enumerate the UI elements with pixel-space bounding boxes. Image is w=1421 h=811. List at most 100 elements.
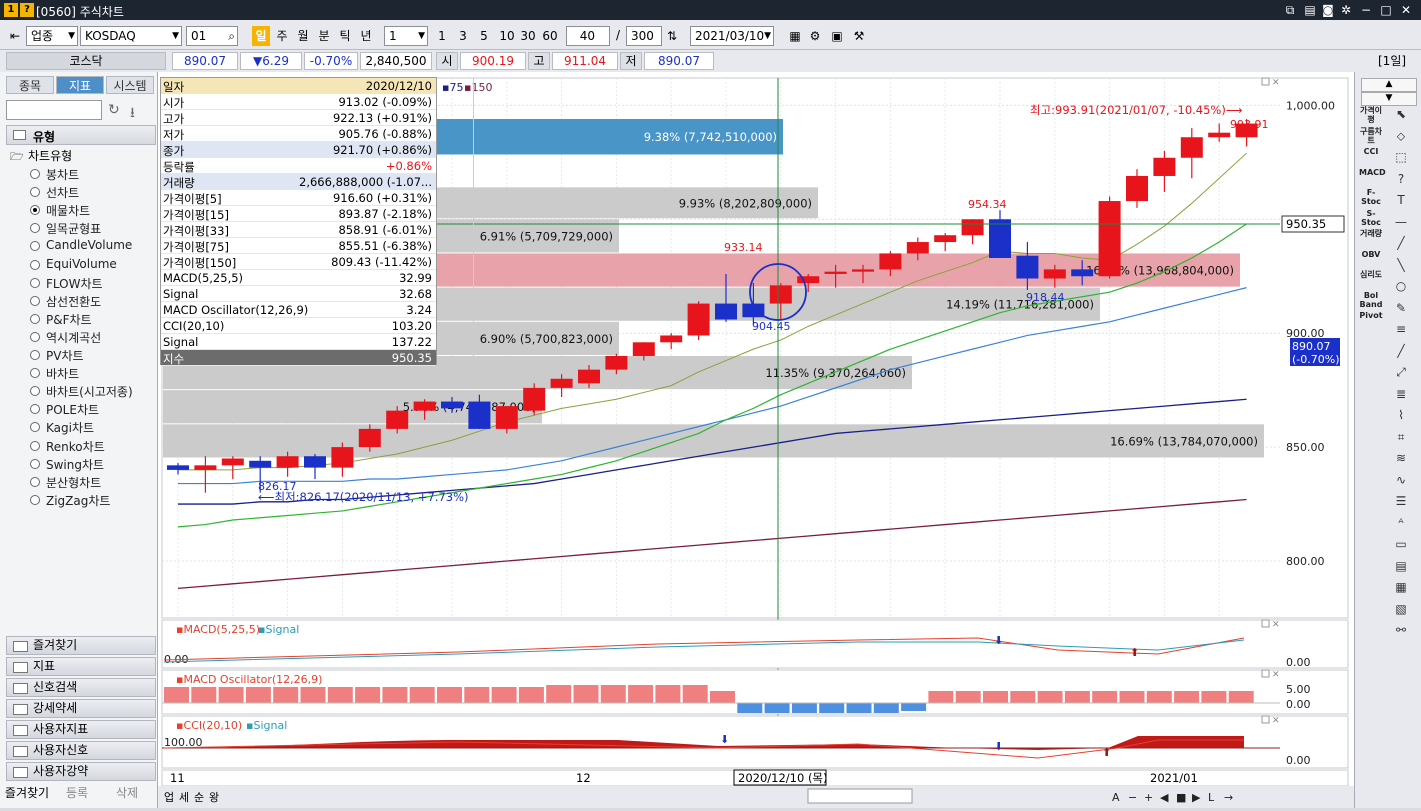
- sine-icon[interactable]: ∿: [1391, 472, 1411, 488]
- interval-button[interactable]: 1: [434, 26, 450, 46]
- save-icon[interactable]: ▣: [828, 26, 846, 46]
- chart-type-item[interactable]: POLE차트: [46, 401, 99, 418]
- radio-icon[interactable]: [30, 350, 40, 360]
- wave-icon[interactable]: ⌇: [1391, 407, 1411, 423]
- radio-icon[interactable]: [30, 458, 40, 469]
- sidebar-tab[interactable]: 지표: [56, 76, 104, 94]
- frame-icon[interactable]: ▭: [1391, 536, 1411, 552]
- period-button[interactable]: 틱: [336, 26, 354, 46]
- hline-icon[interactable]: —: [1391, 214, 1411, 230]
- indicator-shortcut[interactable]: F-Stoc: [1359, 188, 1383, 206]
- chart-type-item[interactable]: 매물차트: [46, 202, 90, 219]
- sidebar-group-button[interactable]: 즐겨찾기: [6, 636, 156, 655]
- chart-type-item[interactable]: CandleVolume: [46, 238, 132, 252]
- settings-icon[interactable]: ✲: [1338, 2, 1354, 18]
- channel-icon[interactable]: ╱: [1391, 343, 1411, 359]
- chart-type-item[interactable]: 삼선전환도: [46, 293, 101, 310]
- period-button[interactable]: 일: [252, 26, 270, 46]
- sidebar-tab[interactable]: 시스템: [106, 76, 154, 94]
- radio-icon[interactable]: [30, 241, 40, 252]
- indicator-shortcut[interactable]: 거래량: [1359, 229, 1383, 238]
- radio-icon[interactable]: [30, 404, 40, 415]
- indicator-shortcut[interactable]: S-Stoc: [1359, 209, 1383, 227]
- sidebar-group-button[interactable]: 강세약세: [6, 699, 156, 718]
- minimize-icon[interactable]: −: [1358, 2, 1374, 18]
- radio-icon[interactable]: [30, 187, 40, 198]
- period-button[interactable]: 년: [357, 26, 375, 46]
- visible-count-stepper[interactable]: 40: [566, 26, 610, 46]
- config-icon[interactable]: ⚙: [806, 26, 824, 46]
- indicator-shortcut[interactable]: CCI: [1359, 147, 1383, 156]
- bottom-tab[interactable]: 순: [194, 791, 204, 804]
- layout-icon[interactable]: ▧: [1391, 601, 1411, 617]
- chart-type-item[interactable]: PV차트: [46, 347, 84, 364]
- window-list-icon[interactable]: ▤: [1302, 2, 1318, 18]
- chart-type-item[interactable]: Swing차트: [46, 456, 104, 473]
- download-icon[interactable]: ⭳: [130, 102, 135, 126]
- bottom-tab[interactable]: 왕: [209, 791, 219, 804]
- total-count-input[interactable]: 300: [626, 26, 662, 46]
- panel-close-icon[interactable]: ✕: [1272, 670, 1280, 680]
- sidebar-tab[interactable]: 종목: [6, 76, 54, 94]
- zoom-control-icon[interactable]: ■: [1176, 791, 1186, 804]
- scroll-down-icon[interactable]: ▼: [1361, 92, 1417, 106]
- indicator-shortcut[interactable]: Pivot: [1359, 311, 1383, 320]
- hash-icon[interactable]: ⌗: [1391, 429, 1411, 445]
- radio-icon[interactable]: [30, 259, 40, 270]
- zoom-control-icon[interactable]: →: [1224, 791, 1233, 804]
- help-icon[interactable]: ?: [20, 3, 34, 17]
- sidebar-footer-tab[interactable]: 즐겨찾기: [4, 784, 50, 802]
- scroll-up-icon[interactable]: ▲: [1361, 78, 1417, 92]
- zoom-control-icon[interactable]: ◀: [1160, 791, 1169, 804]
- radio-icon[interactable]: [30, 223, 40, 234]
- radio-icon[interactable]: [30, 440, 40, 451]
- panel-close-icon[interactable]: ✕: [1272, 716, 1280, 726]
- chart-type-item[interactable]: 바차트(시고저종): [46, 383, 133, 400]
- panel-close-icon[interactable]: ✕: [1272, 620, 1280, 630]
- interval-button[interactable]: 10: [497, 26, 517, 46]
- link-window-icon[interactable]: ⧉: [1282, 2, 1298, 18]
- chart-type-item[interactable]: EquiVolume: [46, 257, 117, 271]
- circle-icon[interactable]: ○: [1391, 278, 1411, 294]
- chart-type-item[interactable]: 바차트: [46, 365, 79, 382]
- count-adjust-icon[interactable]: ⇅: [664, 26, 680, 46]
- chart-type-icon[interactable]: ▦: [786, 26, 804, 46]
- radio-icon[interactable]: [30, 205, 40, 216]
- close-icon[interactable]: ✕: [1398, 2, 1414, 18]
- radio-icon[interactable]: [30, 169, 40, 179]
- indicator-shortcut[interactable]: MACD: [1359, 168, 1386, 177]
- help-icon[interactable]: ?: [1391, 171, 1411, 187]
- radio-icon[interactable]: [30, 277, 40, 288]
- radio-icon[interactable]: [30, 295, 40, 306]
- link-icon[interactable]: ⚯: [1391, 622, 1411, 638]
- interval-select[interactable]: 1 ▼: [384, 26, 428, 46]
- chart-type-item[interactable]: Renko차트: [46, 438, 105, 455]
- radio-icon[interactable]: [30, 476, 40, 487]
- zoom-icon[interactable]: ⤢: [1391, 364, 1411, 380]
- indicator-shortcut[interactable]: 심리도: [1359, 270, 1383, 279]
- radio-icon[interactable]: [30, 313, 40, 324]
- screenshot-icon[interactable]: ◙: [1320, 2, 1336, 18]
- market-select[interactable]: 업종 ▼: [26, 26, 78, 46]
- trendline-icon[interactable]: ╱: [1391, 235, 1411, 251]
- text-tool-icon[interactable]: T: [1391, 192, 1411, 208]
- bars-icon[interactable]: ▤: [1391, 558, 1411, 574]
- chart-type-item[interactable]: 일목균형표: [46, 220, 101, 237]
- chart-type-item[interactable]: 분산형차트: [46, 474, 101, 491]
- interval-button[interactable]: 5: [476, 26, 492, 46]
- sidebar-group-button[interactable]: 신호검색: [6, 678, 156, 697]
- chart-type-item[interactable]: 선차트: [46, 184, 79, 201]
- grid-icon[interactable]: ≣: [1391, 386, 1411, 402]
- eraser-icon[interactable]: ⬦: [1391, 128, 1411, 144]
- radio-icon[interactable]: [30, 331, 40, 342]
- date-select[interactable]: 2021/03/10 ▼: [690, 26, 774, 46]
- chart-type-item[interactable]: 봉차트: [46, 166, 79, 183]
- interval-button[interactable]: 30: [518, 26, 538, 46]
- tools-icon[interactable]: ⚒: [850, 26, 868, 46]
- indicator-shortcut[interactable]: 가격이평: [1359, 106, 1383, 124]
- indicator-shortcut[interactable]: OBV: [1359, 250, 1383, 259]
- prev-item-icon[interactable]: ⇤: [6, 26, 24, 46]
- interval-button[interactable]: 3: [455, 26, 471, 46]
- radio-icon[interactable]: [30, 422, 40, 433]
- code-input[interactable]: 01 ⌕: [186, 26, 238, 46]
